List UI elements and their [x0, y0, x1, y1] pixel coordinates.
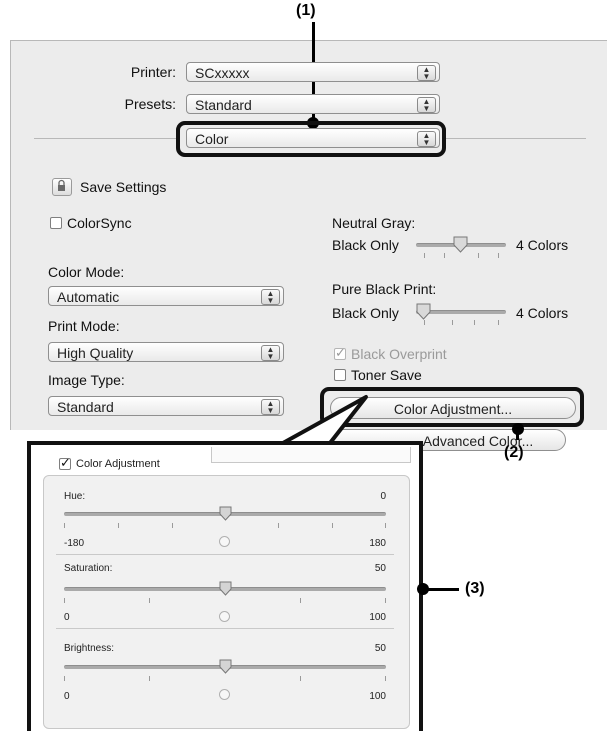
center-mark-icon	[219, 611, 230, 622]
slider-thumb-icon[interactable]	[219, 506, 232, 522]
hue-max: 180	[369, 538, 386, 549]
divider	[56, 554, 394, 555]
brightness-slider[interactable]	[64, 659, 386, 703]
hue-slider[interactable]	[64, 506, 386, 550]
callout-3-line	[423, 588, 459, 591]
slider-thumb-icon[interactable]	[219, 581, 232, 597]
saturation-value: 50	[374, 563, 386, 574]
tick	[118, 523, 119, 528]
tick	[385, 598, 386, 603]
brightness-value: 50	[374, 643, 386, 654]
color-adjustment-checkbox[interactable]	[59, 455, 71, 471]
brightness-max: 100	[369, 691, 386, 702]
tick	[149, 676, 150, 681]
hue-min: -180	[64, 538, 85, 549]
zoom-tab-edge	[211, 447, 411, 463]
tick	[300, 598, 301, 603]
tick	[300, 676, 301, 681]
callout-3-label: (3)	[465, 580, 485, 597]
slider-thumb-icon[interactable]	[219, 659, 232, 675]
tick	[149, 598, 150, 603]
tick	[172, 523, 173, 528]
brightness-label: Brightness:	[64, 643, 115, 654]
hue-value: 0	[380, 491, 386, 502]
brightness-min: 0	[64, 691, 70, 702]
saturation-max: 100	[369, 612, 386, 623]
tick	[385, 523, 386, 528]
tick	[332, 523, 333, 528]
tick	[64, 598, 65, 603]
tick	[64, 676, 65, 681]
saturation-slider[interactable]	[64, 581, 386, 625]
center-mark-icon	[219, 536, 230, 547]
tick	[64, 523, 65, 528]
tick	[278, 523, 279, 528]
saturation-label: Saturation:	[64, 563, 113, 574]
hue-label: Hue:	[64, 491, 86, 502]
saturation-min: 0	[64, 612, 70, 623]
center-mark-icon	[219, 689, 230, 700]
tick	[385, 676, 386, 681]
divider	[56, 628, 394, 629]
color-adjustment-check-label: Color Adjustment	[76, 458, 160, 470]
